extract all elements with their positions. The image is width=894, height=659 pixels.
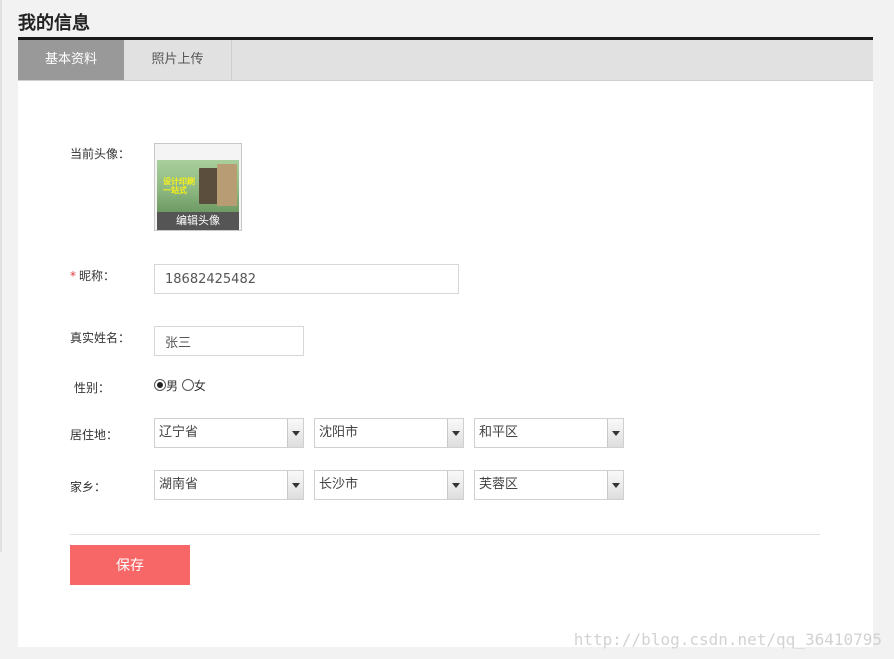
hometown-city-value: 长沙市: [319, 477, 359, 492]
residence-province-select[interactable]: 辽宁省: [154, 418, 304, 448]
residence-city-value: 沈阳市: [319, 425, 359, 440]
residence-label: 居住地：: [70, 428, 119, 442]
residence-city-select[interactable]: 沈阳市: [314, 418, 464, 448]
watermark: http://blog.csdn.net/qq_36410795: [573, 630, 882, 649]
avatar-label: 当前头像：: [70, 147, 131, 161]
avatar-image-text-line1: 设计印刷: [163, 177, 195, 186]
chevron-down-icon: [607, 419, 623, 447]
profile-form-panel: 当前头像： 设计印刷 一站式 编辑头像 *昵称： 真实姓名： 性别： 男 女 居…: [18, 81, 873, 647]
hometown-province-value: 湖南省: [159, 477, 199, 492]
left-edge: [0, 0, 2, 552]
save-button[interactable]: 保存: [70, 545, 190, 585]
nickname-input[interactable]: [154, 264, 459, 294]
tab-basic-info[interactable]: 基本资料: [18, 40, 124, 80]
avatar-image-text: 设计印刷 一站式: [163, 177, 195, 195]
divider: [70, 534, 820, 535]
gender-female-label[interactable]: 女: [194, 379, 206, 393]
hometown-district-select[interactable]: 芙蓉区: [474, 470, 624, 500]
real-name-input[interactable]: [154, 326, 304, 356]
bag-graphic: [217, 164, 237, 206]
gender-label: 性别：: [74, 381, 111, 395]
residence-district-select[interactable]: 和平区: [474, 418, 624, 448]
chevron-down-icon: [287, 471, 303, 499]
avatar-image-text-line2: 一站式: [163, 186, 187, 195]
nickname-label: * 昵称：: [70, 267, 115, 284]
hometown-label: 家乡：: [70, 480, 107, 494]
edit-avatar-button[interactable]: 编辑头像: [157, 212, 239, 230]
avatar-image: 设计印刷 一站式: [157, 160, 239, 212]
gender-male-radio[interactable]: [154, 379, 166, 391]
real-name-label: 真实姓名：: [70, 331, 131, 345]
chevron-down-icon: [447, 419, 463, 447]
hometown-city-select[interactable]: 长沙市: [314, 470, 464, 500]
chevron-down-icon: [607, 471, 623, 499]
chevron-down-icon: [287, 419, 303, 447]
residence-province-value: 辽宁省: [159, 425, 199, 440]
gender-female-radio[interactable]: [181, 379, 194, 391]
page-title: 我的信息: [18, 13, 90, 34]
tab-photo-upload[interactable]: 照片上传: [124, 40, 232, 80]
chevron-down-icon: [447, 471, 463, 499]
required-mark: *: [70, 269, 76, 283]
avatar[interactable]: 设计印刷 一站式 编辑头像: [154, 143, 242, 231]
gender-male-label[interactable]: 男: [166, 379, 178, 393]
hometown-province-select[interactable]: 湖南省: [154, 470, 304, 500]
gender-radio-group: 男 女: [154, 377, 206, 393]
nickname-label-text: 昵称：: [79, 269, 116, 283]
tab-bar: 基本资料 照片上传: [18, 40, 873, 81]
residence-district-value: 和平区: [479, 425, 519, 440]
hometown-district-value: 芙蓉区: [479, 477, 519, 492]
